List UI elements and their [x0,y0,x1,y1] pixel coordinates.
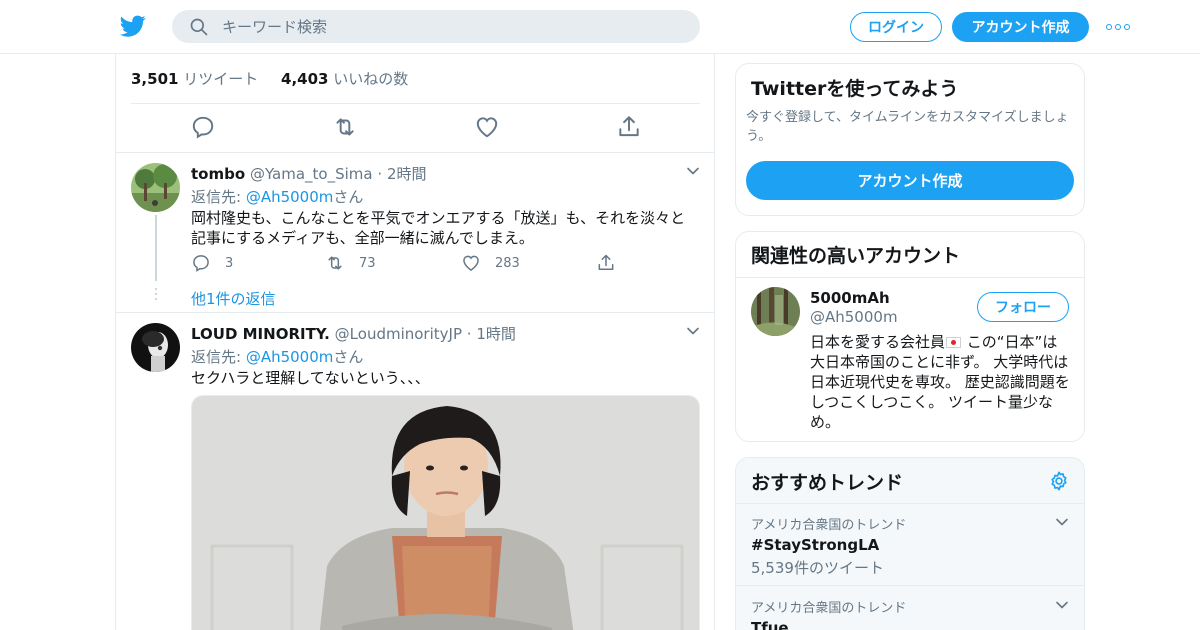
like-icon[interactable] [474,114,500,140]
reply-count: 3 [225,255,234,271]
avatar-image [131,163,180,212]
like-stat-count: 4,403 [281,70,329,88]
login-button[interactable]: ログイン [850,12,942,42]
retweet-stat[interactable]: 3,501 リツイート [131,68,258,89]
tweet-header: LOUD MINORITY. @LoudminorityJP · 1時間 [191,323,700,344]
reply-context: 返信先: @Ah5000mさん [191,346,700,367]
related-account-handle[interactable]: @Ah5000m [810,308,898,326]
create-account-button[interactable]: アカウント作成 [746,161,1074,200]
search-icon [190,18,208,36]
retweet-action[interactable]: 73 [325,253,376,273]
show-more-replies-link[interactable]: 他1件の返信 [191,288,276,309]
divider [131,103,700,104]
chevron-down-icon[interactable] [1054,514,1070,530]
avatar-image [131,323,180,372]
photo-woman-arms-crossed [192,396,699,630]
like-icon [463,255,479,271]
like-stat-label: いいねの数 [333,70,409,88]
main-tweet-actions [116,114,714,144]
search-input[interactable] [222,10,682,43]
reply-mention-link[interactable]: @Ah5000m [246,348,334,366]
reply-context: 返信先: @Ah5000mさん [191,186,700,207]
related-accounts-title: 関連性の高いアカウント [751,245,961,267]
trends-card: おすすめトレンド アメリカ合衆国のトレンド #StayStrongLA 5,53… [735,457,1085,630]
tweet-content: LOUD MINORITY. @LoudminorityJP · 1時間 返信先… [191,323,700,388]
trend-name[interactable]: #StayStrongLA [751,536,1071,554]
gear-icon[interactable] [1048,470,1070,492]
follow-button[interactable]: フォロー [977,292,1069,322]
signup-card: Twitterを使ってみよう 今すぐ登録して、タイムラインをカスタマイズしましょ… [735,63,1085,216]
tweet-text: 岡村隆史も、こんなことを平気でオンエアする「放送」も、それを淡々と記事にするメデ… [191,209,686,247]
retweet-count: 73 [359,255,376,271]
like-action[interactable]: 283 [461,253,520,273]
tweet-text: セクハラと理解してないという、、、 [191,369,430,387]
time-separator: · [466,325,472,343]
related-account-name[interactable]: 5000mAh [810,289,890,307]
reply-suffix: さん [333,348,364,366]
avatar[interactable] [751,287,800,336]
chevron-down-icon[interactable] [1054,597,1070,613]
avatar-image [751,287,800,336]
retweet-icon [328,256,342,270]
time-separator: · [377,165,383,183]
share-action[interactable] [596,253,630,273]
like-stat[interactable]: 4,403 いいねの数 [281,68,408,89]
reply-tweet[interactable]: tombo @Yama_to_Sima · 2時間 返信先: @Ah5000mさ… [116,153,714,313]
reply-prefix: 返信先: [191,348,246,366]
bio-text-start: 日本を愛する会社員 [810,333,946,351]
reply-suffix: さん [333,188,364,206]
trend-context: アメリカ合衆国のトレンド [751,518,907,533]
author-name[interactable]: LOUD MINORITY. [191,325,330,343]
signup-button[interactable]: アカウント作成 [952,12,1089,42]
tweet-stats: 3,501 リツイート 4,403 いいねの数 [131,68,701,104]
search-bar[interactable] [172,10,700,43]
signup-card-title: Twitterを使ってみよう [751,78,959,100]
related-accounts-card: 関連性の高いアカウント 5000mAh @Ah5000m フォロー 日本を愛する… [735,231,1085,442]
reply-icon[interactable] [190,114,216,140]
trend-item[interactable]: アメリカ合衆国のトレンド #StayStrongLA 5,539件のツイート [751,514,1071,578]
author-handle[interactable]: @Yama_to_Sima [250,165,373,183]
related-account-bio: 日本を愛する会社員 この“日本”は大日本帝国のことに非ず。 大学時代は日本近現代… [810,332,1072,432]
chevron-down-icon[interactable] [685,163,701,179]
tweet-content: tombo @Yama_to_Sima · 2時間 返信先: @Ah5000mさ… [191,163,700,248]
trend-name[interactable]: Tfue [751,619,1071,630]
divider [736,585,1084,586]
reply-mention-link[interactable]: @Ah5000m [246,188,334,206]
retweet-stat-count: 3,501 [131,70,179,88]
reply-action[interactable]: 3 [191,253,233,273]
retweet-stat-label: リツイート [183,70,259,88]
japan-flag-icon [946,337,962,348]
trend-item[interactable]: アメリカ合衆国のトレンド Tfue [751,597,1071,630]
reply-prefix: 返信先: [191,188,246,206]
thread-dots [155,288,157,303]
author-handle[interactable]: @LoudminorityJP [335,325,462,343]
retweet-icon[interactable] [332,114,358,140]
tweet-header: tombo @Yama_to_Sima · 2時間 [191,163,700,184]
tweet-media-image[interactable] [191,395,700,630]
trend-tweet-count: 5,539件のツイート [751,559,884,577]
trends-title: おすすめトレンド [751,472,904,494]
share-icon [598,254,614,270]
chevron-down-icon[interactable] [685,323,701,339]
tweet-actions: 3 73 283 [191,253,631,275]
avatar[interactable] [131,163,180,212]
thread-line [155,215,157,281]
twitter-bird-icon[interactable] [120,13,146,39]
like-count: 283 [495,255,520,271]
main-timeline: 3,501 リツイート 4,403 いいねの数 tombo @Yama_to_S… [115,54,715,630]
more-icon[interactable] [1106,20,1130,34]
author-name[interactable]: tombo [191,165,245,183]
divider [736,503,1084,504]
share-icon[interactable] [616,114,642,140]
tweet-time[interactable]: 2時間 [387,165,427,183]
trend-context: アメリカ合衆国のトレンド [751,601,907,616]
tweet-time[interactable]: 1時間 [476,325,516,343]
reply-icon [193,255,209,272]
divider [736,277,1084,278]
signup-card-description: 今すぐ登録して、タイムラインをカスタマイズしましょう。 [746,110,1069,144]
avatar[interactable] [131,323,180,372]
top-navbar: ログイン アカウント作成 [0,0,1200,54]
